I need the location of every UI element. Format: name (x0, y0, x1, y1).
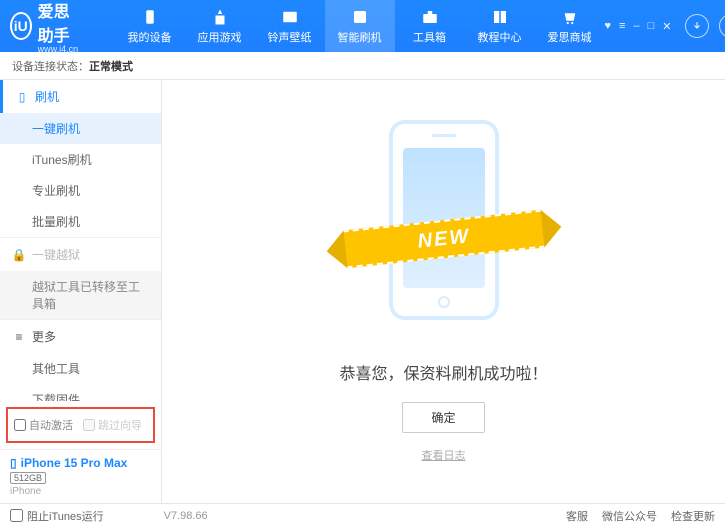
main-content: NEW 恭喜您，保资料刷机成功啦！ 确定 查看日志 (162, 80, 725, 503)
phone-icon: ▯ (10, 456, 17, 470)
sidebar-item-oneclick[interactable]: 一键刷机 (0, 113, 161, 144)
sidebar-group-jailbreak: 🔒 一键越狱 (0, 238, 161, 271)
menu-icon[interactable]: ♥ (605, 20, 612, 33)
group-label: 更多 (32, 328, 56, 345)
nav-label: 应用游戏 (198, 29, 242, 45)
footer-link-update[interactable]: 检查更新 (671, 508, 715, 524)
cart-icon (560, 8, 580, 26)
device-icon (140, 8, 160, 26)
device-info: ▯ iPhone 15 Pro Max 512GB iPhone (0, 449, 161, 503)
device-storage: 512GB (10, 472, 46, 484)
lock-icon: 🔒 (12, 248, 26, 262)
nav-toolbox[interactable]: 工具箱 (395, 0, 465, 52)
nav-store[interactable]: 爱思商城 (535, 0, 605, 52)
settings-icon[interactable]: ≡ (619, 20, 625, 33)
status-value: 正常模式 (89, 58, 133, 74)
device-name[interactable]: ▯ iPhone 15 Pro Max (10, 456, 151, 470)
app-logo: iU 爱思助手 www.i4.cn (10, 0, 85, 54)
highlighted-options: 自动激活 跳过向导 (6, 407, 155, 443)
nav-apps[interactable]: 应用游戏 (185, 0, 255, 52)
nav-label: 铃声壁纸 (268, 29, 312, 45)
user-button[interactable] (719, 14, 725, 38)
group-label: 一键越狱 (32, 246, 80, 263)
sidebar-item-download-firmware[interactable]: 下载固件 (0, 384, 161, 401)
download-button[interactable] (685, 14, 709, 38)
phone-icon: ▯ (15, 90, 29, 104)
connection-status: 设备连接状态： 正常模式 (0, 52, 725, 80)
checkbox-skip-guide[interactable]: 跳过向导 (83, 417, 142, 433)
logo-icon: iU (10, 12, 32, 40)
app-title: 爱思助手 (38, 4, 70, 45)
sidebar-group-more[interactable]: ≡ 更多 (0, 320, 161, 353)
sidebar-jailbreak-note: 越狱工具已转移至工具箱 (0, 271, 161, 319)
sidebar-item-itunes[interactable]: iTunes刷机 (0, 144, 161, 175)
nav-label: 教程中心 (478, 29, 522, 45)
nav-label: 我的设备 (128, 29, 172, 45)
nav-ringtones[interactable]: 铃声壁纸 (255, 0, 325, 52)
device-name-text: iPhone 15 Pro Max (21, 456, 128, 470)
toolbox-icon (420, 8, 440, 26)
nav-label: 工具箱 (413, 29, 446, 45)
version-label: V7.98.66 (164, 510, 208, 522)
maximize-icon[interactable]: □ (648, 20, 655, 33)
footer-link-service[interactable]: 客服 (566, 508, 588, 524)
window-controls: ♥ ≡ – □ ✕ (605, 20, 672, 33)
sidebar-group-flash[interactable]: ▯ 刷机 (0, 80, 161, 113)
app-subtitle: www.i4.cn (38, 44, 85, 54)
image-icon (280, 8, 300, 26)
status-label: 设备连接状态： (12, 58, 89, 74)
book-icon (490, 8, 510, 26)
checkbox-auto-activate[interactable]: 自动激活 (14, 417, 73, 433)
device-type: iPhone (10, 486, 151, 497)
close-icon[interactable]: ✕ (662, 20, 671, 33)
menu-icon: ≡ (12, 330, 26, 344)
sidebar: ▯ 刷机 一键刷机 iTunes刷机 专业刷机 批量刷机 🔒 一键越狱 越狱工具… (0, 80, 162, 503)
success-illustration: NEW (374, 120, 514, 340)
group-label: 刷机 (35, 88, 59, 105)
checkbox-label: 跳过向导 (98, 417, 142, 433)
nav-flash[interactable]: 智能刷机 (325, 0, 395, 52)
success-message: 恭喜您，保资料刷机成功啦！ (339, 360, 547, 384)
nav-tutorials[interactable]: 教程中心 (465, 0, 535, 52)
nav-my-device[interactable]: 我的设备 (115, 0, 185, 52)
ok-button[interactable]: 确定 (402, 402, 484, 433)
view-log-link[interactable]: 查看日志 (422, 447, 466, 463)
sidebar-item-other-tools[interactable]: 其他工具 (0, 353, 161, 384)
sidebar-item-batch[interactable]: 批量刷机 (0, 206, 161, 237)
minimize-icon[interactable]: – (633, 20, 639, 33)
checkbox-label: 自动激活 (29, 417, 73, 433)
sidebar-item-pro[interactable]: 专业刷机 (0, 175, 161, 206)
checkbox-label: 阻止iTunes运行 (27, 508, 104, 524)
footer-link-wechat[interactable]: 微信公众号 (602, 508, 657, 524)
nav-label: 智能刷机 (338, 29, 382, 45)
nav-label: 爱思商城 (548, 29, 592, 45)
flash-icon (350, 8, 370, 26)
checkbox-block-itunes[interactable]: 阻止iTunes运行 (10, 508, 104, 524)
apps-icon (210, 8, 230, 26)
